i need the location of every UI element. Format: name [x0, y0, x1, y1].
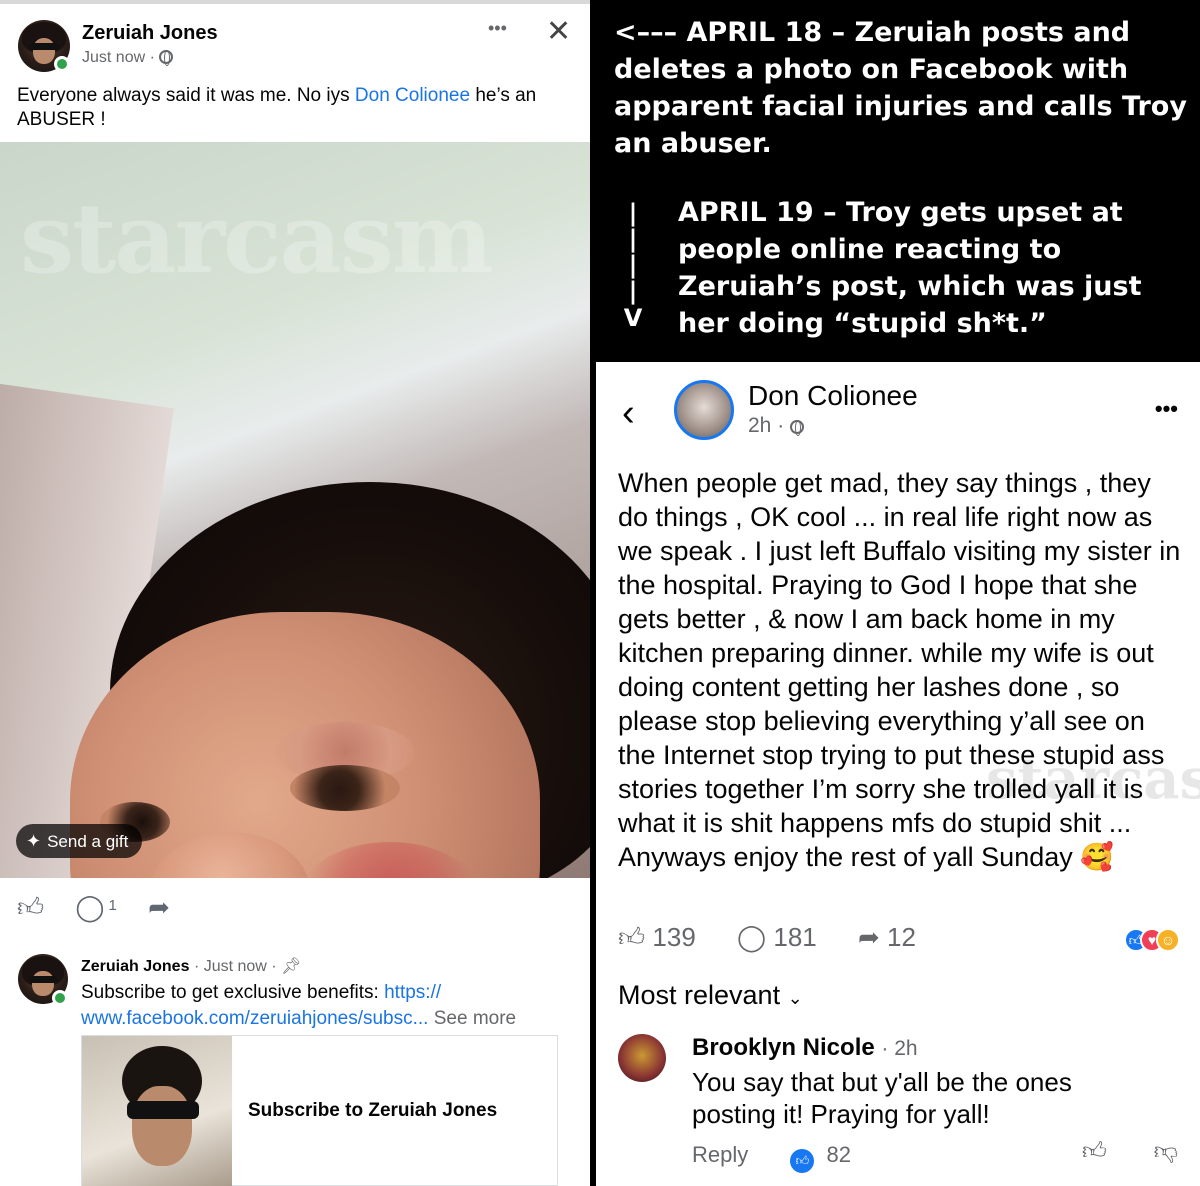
subscription-header: Zeruiah Jones · Just now · 📌︎: [81, 956, 301, 976]
subscription-meta: · Just now ·: [193, 958, 277, 975]
arrow-head: V: [623, 304, 643, 332]
send-gift-button[interactable]: ✦ Send a gift: [16, 824, 143, 858]
comment-button[interactable]: ◯ 181: [737, 922, 817, 952]
comment-header: Brooklyn Nicole · 2h: [692, 1034, 1152, 1062]
comment-count: 1: [108, 897, 117, 914]
right-post-body: When people get mad, they say things , t…: [618, 468, 1181, 838]
arrow-bars: | | | |: [628, 199, 638, 305]
thumbs-down-icon[interactable]: 👎︎: [1154, 1138, 1178, 1165]
close-icon[interactable]: ✕: [546, 14, 571, 49]
right-post-timestamp: 2h ·: [748, 414, 805, 438]
comment-author[interactable]: Brooklyn Nicole: [692, 1034, 875, 1061]
caption-april-19: APRIL 19 – Troy gets upset at people onl…: [678, 197, 1142, 339]
left-facebook-post: Zeruiah Jones Just now · ••• ✕ Everyone …: [0, 0, 590, 1186]
right-post-time: 2h ·: [748, 414, 785, 437]
online-status-icon: [52, 990, 68, 1006]
subscription-text: Subscribe to get exclusive benefits: htt…: [81, 980, 571, 1032]
more-options-icon[interactable]: •••: [488, 18, 507, 39]
care-reaction-icon: ☺: [1156, 928, 1180, 952]
mention-link[interactable]: Don Colionee: [355, 85, 470, 106]
right-post-closing: Anyways enjoy the rest of yall Sunday 🥰: [618, 842, 1114, 872]
comment-time: · 2h: [881, 1037, 918, 1060]
globe-icon: [159, 50, 174, 66]
post-text-prefix: Everyone always said it was me. No iys: [17, 85, 355, 106]
reply-button[interactable]: Reply: [692, 1142, 748, 1167]
right-facebook-post: ‹ Don Colionee 2h · ••• starcasm When pe…: [596, 362, 1200, 1186]
status-strip: [0, 0, 590, 4]
comment-icon[interactable]: ◯ 1: [75, 892, 116, 922]
sort-label: Most relevant: [618, 980, 781, 1010]
more-options-icon[interactable]: •••: [1155, 396, 1178, 422]
right-action-bar: 👍︎ 139 ◯ 181 ➦ 12: [618, 922, 950, 953]
pin-icon: 📌︎: [281, 958, 302, 975]
chevron-down-icon: ⌄: [787, 988, 803, 1008]
post-photo[interactable]: starcasm: [0, 142, 590, 878]
share-icon[interactable]: ➦: [148, 892, 170, 922]
share-button[interactable]: ➦ 12: [858, 922, 916, 952]
post-timestamp: Just now ·: [82, 49, 174, 67]
globe-icon: [790, 420, 805, 436]
comment-footer: Reply 👍︎ 82: [692, 1142, 851, 1173]
right-author-avatar[interactable]: [674, 380, 734, 440]
commenter-avatar[interactable]: [618, 1034, 666, 1082]
subscription-author[interactable]: Zeruiah Jones: [81, 958, 189, 975]
like-icon[interactable]: 👍︎: [17, 892, 44, 922]
caption-panel: <––– APRIL 18 – Zeruiah posts and delete…: [596, 0, 1200, 362]
post-text: Everyone always said it was me. No iys D…: [17, 84, 577, 132]
reaction-icons[interactable]: 👍︎ ♥ ☺: [1124, 928, 1180, 952]
send-gift-label: Send a gift: [47, 832, 129, 851]
see-more-link[interactable]: See more: [428, 1008, 516, 1029]
comment: Brooklyn Nicole · 2h You say that but y'…: [692, 1034, 1152, 1130]
post-time-text: Just now ·: [82, 49, 155, 66]
photo-eye: [290, 765, 400, 811]
gift-icon: ✦: [26, 831, 42, 851]
online-status-icon: [54, 56, 70, 72]
right-post-text: When people get mad, they say things , t…: [618, 466, 1188, 874]
photo-watermark: starcasm: [20, 182, 493, 295]
comment-vote-icons: 👍︎ 👎︎: [1042, 1138, 1178, 1166]
down-arrow-icon: | | | | V: [618, 200, 648, 332]
comment-text: You say that but y'all be the ones posti…: [692, 1067, 1072, 1129]
subscription-card-image: [82, 1036, 232, 1186]
comment-count: 181: [773, 922, 817, 952]
subscription-card[interactable]: Subscribe to Zeruiah Jones: [81, 1035, 558, 1186]
post-author-name[interactable]: Zeruiah Jones: [82, 22, 218, 45]
comment-like-icon: 👍︎: [790, 1149, 815, 1173]
thumbs-up-icon[interactable]: 👍︎: [1082, 1138, 1107, 1165]
subscription-card-title[interactable]: Subscribe to Zeruiah Jones: [248, 1100, 497, 1122]
post-action-bar: 👍︎ ◯ 1 ➦: [17, 892, 194, 923]
like-count: 139: [652, 922, 696, 952]
right-post-author[interactable]: Don Colionee: [748, 380, 918, 412]
share-count: 12: [887, 922, 916, 952]
back-arrow-icon[interactable]: ‹: [622, 392, 635, 435]
caption-april-18: <––– APRIL 18 – Zeruiah posts and delete…: [614, 17, 1187, 159]
subscription-text-body: Subscribe to get exclusive benefits:: [81, 982, 385, 1003]
like-button[interactable]: 👍︎ 139: [618, 922, 696, 952]
sort-dropdown[interactable]: Most relevant ⌄: [618, 980, 803, 1011]
comment-like-count: 82: [826, 1142, 851, 1167]
